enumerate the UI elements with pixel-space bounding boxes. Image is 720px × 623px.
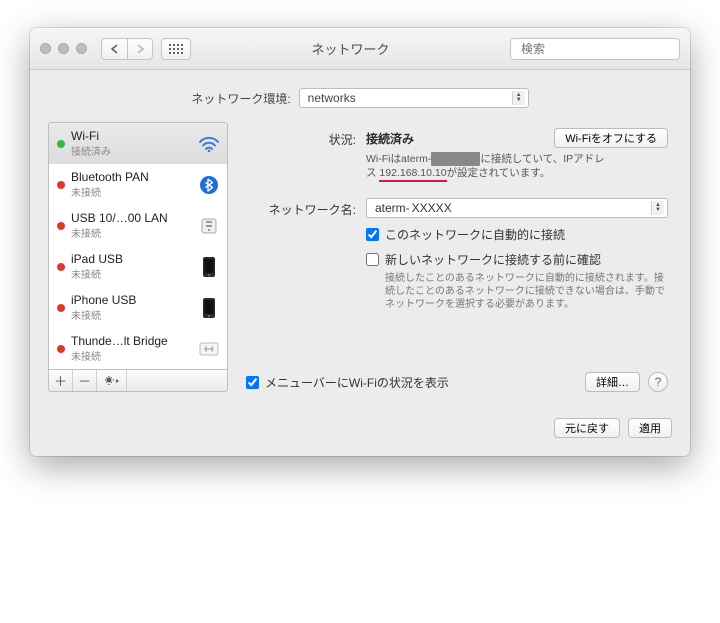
status-dot-icon [57,304,65,312]
search-field[interactable] [510,38,680,60]
service-row-thunderbolt[interactable]: Thunde…lt Bridge未接続 [49,328,227,369]
auto-join-checkbox[interactable]: このネットワークに自動的に接続 [366,226,668,243]
ask-join-desc: 接続したことのあるネットワークに自動的に接続されます。接続したことのあるネットワ… [385,272,668,311]
revert-button[interactable]: 元に戻す [554,418,620,438]
service-toolbar: ＋ － [48,370,228,392]
ask-join-checkbox[interactable]: 新しいネットワークに接続する前に確認 [366,251,668,268]
status-dot-icon [57,345,65,353]
chevron-updown-icon: ▲▼ [512,91,525,105]
advanced-button[interactable]: 詳細… [585,372,640,392]
close-icon[interactable] [40,43,51,54]
bridge-icon [197,337,221,361]
status-dot-icon [57,263,65,271]
service-action-button[interactable] [97,370,127,391]
service-list[interactable]: Wi-Fi接続済み Bluetooth PAN未接続 USB 10/…00 LA… [48,122,228,370]
location-popup[interactable]: networks ▲▼ [299,88,529,108]
location-value: networks [308,91,356,105]
service-row-usb-lan[interactable]: USB 10/…00 LAN未接続 [49,205,227,246]
nav-back-forward [101,38,153,60]
show-menubar-checkbox[interactable]: メニューバーにWi-Fiの状況を表示 [246,374,449,391]
service-row-bluetooth[interactable]: Bluetooth PAN未接続 [49,164,227,205]
usb-icon [197,214,221,238]
service-row-ipad[interactable]: iPad USB未接続 [49,246,227,287]
show-all-button[interactable] [161,38,191,60]
location-label: ネットワーク環境: [191,90,290,107]
detail-pane: 状況: 接続済み Wi-Fiをオフにする Wi-Fiはaterm-XXXXXXX… [242,122,672,392]
remove-service-button[interactable]: － [73,370,97,391]
bluetooth-icon [197,173,221,197]
service-row-iphone[interactable]: iPhone USB未接続 [49,287,227,328]
service-sidebar: Wi-Fi接続済み Bluetooth PAN未接続 USB 10/…00 LA… [48,122,228,392]
zoom-icon[interactable] [76,43,87,54]
forward-button[interactable] [127,38,153,60]
turn-wifi-off-button[interactable]: Wi-Fiをオフにする [554,128,668,148]
chevron-updown-icon: ▲▼ [651,201,664,215]
status-dot-icon [57,181,65,189]
back-button[interactable] [101,38,127,60]
wifi-icon [197,132,221,156]
network-name-popup[interactable]: aterm-XXXXX ▲▼ [366,198,668,218]
traffic-lights [40,43,87,54]
network-name-label: ネットワーク名: [246,198,366,218]
status-description: Wi-Fiはaterm-XXXXXXXに接続していて、IPアドレ ス 192.1… [366,152,668,180]
window-title: ネットワーク [199,39,502,58]
minimize-icon[interactable] [58,43,69,54]
device-icon [197,255,221,279]
status-dot-icon [57,140,65,148]
footer-row: メニューバーにWi-Fiの状況を表示 詳細… ? [246,362,668,392]
network-prefs-window: ネットワーク ネットワーク環境: networks ▲▼ Wi-Fi接続済み B… [30,28,690,456]
help-button[interactable]: ? [648,372,668,392]
device-icon [197,296,221,320]
location-row: ネットワーク環境: networks ▲▼ [30,70,690,122]
titlebar: ネットワーク [30,28,690,70]
apply-button[interactable]: 適用 [628,418,672,438]
service-row-wifi[interactable]: Wi-Fi接続済み [49,123,227,164]
add-service-button[interactable]: ＋ [49,370,73,391]
status-label: 状況: [246,128,366,180]
status-dot-icon [57,222,65,230]
search-input[interactable] [521,42,676,56]
status-value: 接続済み [366,130,414,147]
bottom-buttons: 元に戻す 適用 [30,406,690,456]
